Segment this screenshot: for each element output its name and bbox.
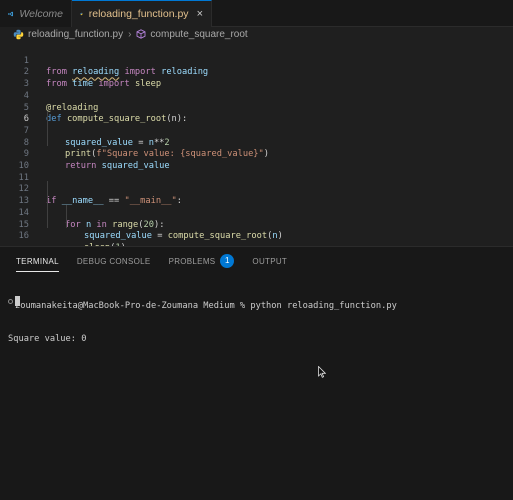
python-icon — [80, 12, 83, 16]
tab-terminal[interactable]: TERMINAL — [16, 247, 59, 275]
python-icon — [13, 29, 24, 39]
code-line[interactable]: 1 from reloading import reloading — [0, 44, 513, 78]
code-line[interactable]: 3 — [0, 67, 513, 89]
tab-output[interactable]: OUTPUT — [252, 247, 287, 275]
code-line[interactable]: 7 squared_value = n**2 — [0, 114, 513, 148]
code-line[interactable]: 16 sleep(1) — [0, 220, 513, 253]
code-line[interactable]: 6 — [0, 103, 513, 124]
tab-label: reloading_function.py — [88, 8, 189, 20]
indent-guide — [66, 205, 67, 228]
close-icon[interactable]: × — [197, 8, 203, 20]
mouse-pointer-icon — [318, 366, 326, 378]
terminal-output[interactable]: zoumanakeita@MacBook-Pro-de-Zoumana Medi… — [8, 277, 397, 367]
tab-label: Welcome — [19, 7, 63, 20]
code-line[interactable]: 4 @reloading — [0, 79, 513, 113]
breadcrumb-file[interactable]: reloading_function.py — [28, 29, 123, 40]
code-editor[interactable]: 1 from reloading import reloading 2 from… — [0, 41, 513, 253]
tab-welcome[interactable]: Welcome — [0, 0, 72, 27]
breadcrumb-symbol[interactable]: compute_square_root — [150, 29, 247, 40]
code-line[interactable]: 12 if __name__ == "__main__": — [0, 173, 513, 206]
code-line[interactable]: 15 squared_value = compute_square_root(n… — [0, 208, 513, 242]
editor-tab-bar: Welcome reloading_function.py × — [0, 0, 513, 27]
indent-guide — [47, 111, 48, 146]
vscode-icon — [8, 11, 14, 16]
line-number: 16 — [18, 231, 29, 242]
code-line[interactable]: 9 return squared_value — [0, 138, 513, 171]
method-cube-icon — [136, 29, 146, 39]
chevron-right-icon: › — [128, 28, 132, 40]
terminal-cursor — [15, 296, 20, 306]
code-line[interactable]: 2 from time import sleep — [0, 56, 513, 89]
terminal-prompt-line: zoumanakeita@MacBook-Pro-de-Zoumana Medi… — [8, 299, 397, 312]
command-status-icon — [8, 299, 13, 304]
code-line[interactable]: 5 def compute_square_root(n): — [0, 91, 513, 125]
code-line[interactable]: 8 print(f"Square value: {squared_value}"… — [0, 126, 513, 160]
panel-tab-bar: TERMINAL DEBUG CONSOLE PROBLEMS 1 OUTPUT — [0, 247, 305, 275]
tab-debug-console[interactable]: DEBUG CONSOLE — [77, 247, 151, 275]
breadcrumb: reloading_function.py › compute_square_r… — [0, 27, 513, 41]
code-line[interactable]: 14 for n in range(20): — [0, 196, 513, 230]
code-line[interactable]: 10 — [0, 149, 513, 171]
bottom-panel: TERMINAL DEBUG CONSOLE PROBLEMS 1 OUTPUT … — [0, 246, 513, 500]
code-line[interactable]: 13 — [0, 184, 513, 206]
problems-count-badge: 1 — [220, 254, 235, 268]
terminal-output-line: Square value: 0 — [8, 334, 87, 344]
tab-problems[interactable]: PROBLEMS 1 — [169, 247, 235, 275]
tab-reloading-function[interactable]: reloading_function.py × — [72, 0, 212, 27]
indent-guide — [47, 181, 48, 228]
code-line[interactable]: 11 — [0, 161, 513, 183]
code-text: squared_value = compute_square_root(n) — [84, 231, 283, 242]
